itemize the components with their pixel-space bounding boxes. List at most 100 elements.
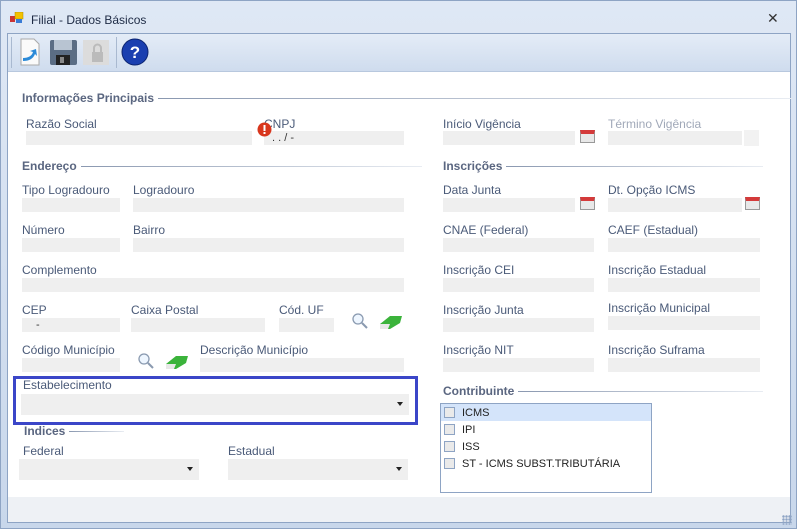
estabelecimento-label: Estabelecimento bbox=[23, 378, 112, 392]
form-panel: ? Informações Principais Razão Social CN… bbox=[7, 33, 792, 523]
section-indices: Indices bbox=[24, 424, 124, 438]
razao-social-input[interactable] bbox=[26, 131, 252, 145]
checklist-item[interactable]: ISS bbox=[441, 438, 651, 455]
data-junta-input[interactable] bbox=[443, 198, 575, 212]
chevron-down-icon bbox=[187, 467, 193, 471]
contribuinte-checklist[interactable]: ICMS IPI ISS ST - ICMS SUBST.TRIBUTÁRIA bbox=[440, 403, 652, 493]
caef-input[interactable] bbox=[608, 238, 760, 252]
checklist-item-label: ST - ICMS SUBST.TRIBUTÁRIA bbox=[462, 457, 621, 470]
section-contribuinte: Contribuinte bbox=[443, 384, 763, 398]
inscricao-suframa-input[interactable] bbox=[608, 358, 760, 372]
razao-social-label: Razão Social bbox=[26, 117, 97, 131]
window-title: Filial - Dados Básicos bbox=[31, 13, 147, 27]
estadual-select[interactable] bbox=[228, 459, 408, 480]
save-icon[interactable] bbox=[48, 37, 78, 67]
section-title: Inscrições bbox=[443, 159, 503, 173]
lock-icon[interactable] bbox=[81, 37, 111, 67]
toolbar: ? bbox=[8, 34, 790, 72]
checklist-item[interactable]: ICMS bbox=[441, 404, 651, 421]
tipo-logradouro-input[interactable] bbox=[22, 198, 120, 212]
termino-vigencia-input bbox=[608, 131, 742, 145]
numero-label: Número bbox=[22, 223, 65, 237]
codigo-municipio-label: Código Município bbox=[22, 343, 115, 357]
termino-vigencia-label: Término Vigência bbox=[608, 117, 702, 131]
checkbox[interactable] bbox=[444, 458, 455, 469]
inscricao-nit-label: Inscrição NIT bbox=[443, 343, 514, 357]
eraser-icon[interactable] bbox=[164, 354, 190, 370]
inscricao-estadual-input[interactable] bbox=[608, 278, 760, 292]
inscricao-cei-input[interactable] bbox=[443, 278, 594, 292]
codigo-municipio-input[interactable] bbox=[22, 358, 120, 372]
logradouro-input[interactable] bbox=[133, 198, 404, 212]
window: Filial - Dados Básicos ✕ ? Informações P… bbox=[0, 0, 797, 529]
checkbox[interactable] bbox=[444, 424, 455, 435]
data-junta-label: Data Junta bbox=[443, 183, 502, 197]
cep-input[interactable]: - bbox=[22, 318, 120, 332]
inscricao-estadual-label: Inscrição Estadual bbox=[608, 263, 707, 277]
inscricao-suframa-label: Inscrição Suframa bbox=[608, 343, 705, 357]
inscricao-municipal-input[interactable] bbox=[608, 316, 760, 330]
inscricao-nit-input[interactable] bbox=[443, 358, 594, 372]
numero-input[interactable] bbox=[22, 238, 120, 252]
calendar-icon[interactable] bbox=[580, 130, 595, 143]
eraser-icon[interactable] bbox=[378, 314, 404, 330]
cnpj-input[interactable]: . . / - bbox=[264, 131, 404, 145]
calendar-icon[interactable] bbox=[580, 197, 595, 210]
chevron-down-icon bbox=[396, 467, 402, 471]
descricao-municipio-input[interactable] bbox=[200, 358, 404, 372]
caef-label: CAEF (Estadual) bbox=[608, 223, 699, 237]
logradouro-label: Logradouro bbox=[133, 183, 195, 197]
checklist-item[interactable]: ST - ICMS SUBST.TRIBUTÁRIA bbox=[441, 455, 651, 472]
checklist-item[interactable]: IPI bbox=[441, 421, 651, 438]
bairro-label: Bairro bbox=[133, 223, 166, 237]
caixa-postal-input[interactable] bbox=[131, 318, 265, 332]
caixa-postal-label: Caixa Postal bbox=[131, 303, 199, 317]
dt-opcao-icms-label: Dt. Opção ICMS bbox=[608, 183, 696, 197]
toolbar-separator bbox=[11, 37, 12, 68]
cnae-label: CNAE (Federal) bbox=[443, 223, 529, 237]
section-inscricoes: Inscrições bbox=[443, 159, 763, 173]
search-icon[interactable] bbox=[137, 352, 155, 370]
complemento-label: Complemento bbox=[22, 263, 97, 277]
estabelecimento-select[interactable] bbox=[21, 394, 409, 415]
app-icon bbox=[10, 12, 24, 23]
section-title: Indices bbox=[24, 424, 66, 438]
federal-select[interactable] bbox=[19, 459, 199, 480]
inscricao-municipal-label: Inscrição Municipal bbox=[608, 301, 711, 315]
resize-grip[interactable] bbox=[782, 515, 792, 525]
section-title: Endereço bbox=[22, 159, 77, 173]
cnae-input[interactable] bbox=[443, 238, 594, 252]
chevron-down-icon bbox=[397, 402, 403, 406]
checklist-item-label: ICMS bbox=[462, 406, 490, 419]
section-informacoes-principais: Informações Principais bbox=[22, 91, 792, 105]
bairro-input[interactable] bbox=[133, 238, 404, 252]
cod-uf-input[interactable] bbox=[279, 318, 334, 332]
new-icon[interactable] bbox=[15, 37, 45, 67]
inscricao-cei-label: Inscrição CEI bbox=[443, 263, 515, 277]
search-icon[interactable] bbox=[351, 312, 369, 330]
checklist-item-label: ISS bbox=[462, 440, 480, 453]
inicio-vigencia-label: Início Vigência bbox=[443, 117, 521, 131]
calendar-icon-disabled bbox=[744, 130, 759, 146]
inscricao-junta-label: Inscrição Junta bbox=[443, 303, 524, 317]
checklist-item-label: IPI bbox=[462, 423, 476, 436]
svg-text:?: ? bbox=[130, 43, 140, 62]
close-button[interactable]: ✕ bbox=[767, 10, 779, 27]
inscricao-junta-input[interactable] bbox=[443, 318, 594, 332]
estadual-label: Estadual bbox=[228, 444, 275, 458]
inicio-vigencia-input[interactable] bbox=[443, 131, 575, 145]
section-title: Informações Principais bbox=[22, 91, 155, 105]
footer-panel bbox=[8, 497, 790, 522]
calendar-icon[interactable] bbox=[745, 197, 760, 210]
federal-label: Federal bbox=[23, 444, 64, 458]
checkbox[interactable] bbox=[444, 407, 455, 418]
descricao-municipio-label: Descrição Município bbox=[200, 343, 309, 357]
section-title: Contribuinte bbox=[443, 384, 515, 398]
checkbox[interactable] bbox=[444, 441, 455, 452]
tipo-logradouro-label: Tipo Logradouro bbox=[22, 183, 110, 197]
dt-opcao-icms-input[interactable] bbox=[608, 198, 742, 212]
section-endereco: Endereço bbox=[22, 159, 422, 173]
complemento-input[interactable] bbox=[22, 278, 404, 292]
cod-uf-label: Cód. UF bbox=[279, 303, 324, 317]
help-icon[interactable]: ? bbox=[120, 37, 150, 67]
